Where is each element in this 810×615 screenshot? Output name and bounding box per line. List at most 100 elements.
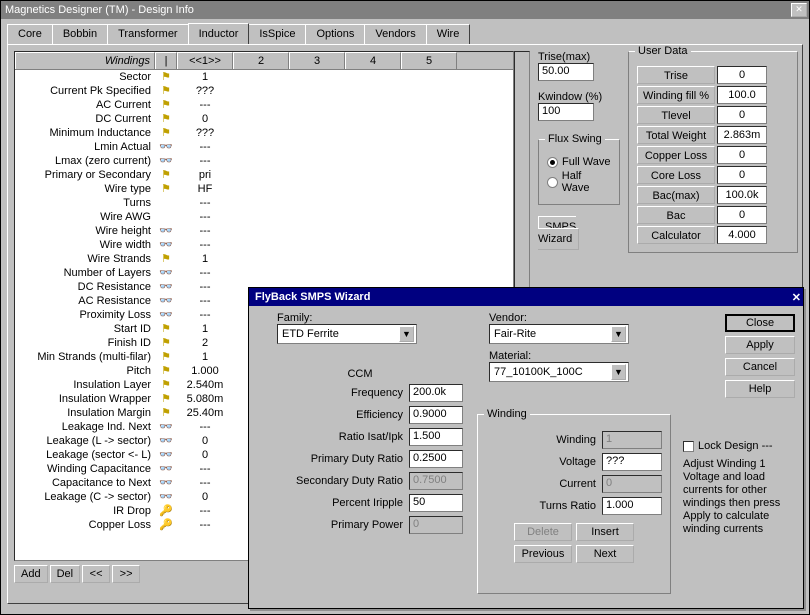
add-button[interactable]: Add	[14, 565, 48, 583]
tab-core[interactable]: Core	[7, 24, 53, 45]
grid-header-col-4[interactable]: 4	[345, 52, 401, 69]
grid-cell[interactable]: ---	[177, 504, 233, 518]
userdata-key[interactable]: Tlevel	[637, 106, 715, 124]
grid-header-col-5[interactable]: 5	[401, 52, 457, 69]
grid-cell[interactable]: 1	[177, 252, 233, 266]
insert-button[interactable]: Insert	[576, 523, 634, 541]
iripple-input[interactable]: 50	[409, 494, 463, 512]
tab-vendors[interactable]: Vendors	[364, 24, 426, 45]
close-button[interactable]: Close	[725, 314, 795, 332]
grid-cell[interactable]: ---	[177, 308, 233, 322]
grid-cell[interactable]: ???	[177, 126, 233, 140]
full-wave-radio[interactable]: Full Wave	[547, 156, 611, 168]
grid-cell[interactable]: ---	[177, 294, 233, 308]
grid-cell[interactable]: ---	[177, 518, 233, 532]
userdata-key[interactable]: Core Loss	[637, 166, 715, 184]
grid-cell[interactable]: 1	[177, 350, 233, 364]
family-combo[interactable]: ETD Ferrite▼	[277, 324, 417, 344]
userdata-value[interactable]: 2.863m	[717, 126, 767, 144]
tab-inductor[interactable]: Inductor	[188, 23, 250, 44]
grid-header-col-1[interactable]: <<1>>	[177, 52, 233, 69]
pduty-input[interactable]: 0.2500	[409, 450, 463, 468]
userdata-value[interactable]: 4.000	[717, 226, 767, 244]
grid-cell[interactable]: ---	[177, 266, 233, 280]
ratio-input[interactable]: 1.500	[409, 428, 463, 446]
tab-bobbin[interactable]: Bobbin	[52, 24, 108, 45]
frequency-input[interactable]: 200.0k	[409, 384, 463, 402]
grid-row-label: Current Pk Specified	[15, 84, 155, 98]
grid-row-label: Primary or Secondary	[15, 168, 155, 182]
grid-cell[interactable]: ---	[177, 154, 233, 168]
userdata-value[interactable]: 0	[717, 66, 767, 84]
grid-cell[interactable]: 2.540m	[177, 378, 233, 392]
userdata-value[interactable]: 100.0k	[717, 186, 767, 204]
grid-cell[interactable]: ???	[177, 84, 233, 98]
turns-ratio-input[interactable]: 1.000	[602, 497, 662, 515]
userdata-value[interactable]: 0	[717, 166, 767, 184]
userdata-value[interactable]: 0	[717, 146, 767, 164]
grid-cell[interactable]: ---	[177, 98, 233, 112]
kwindow-input[interactable]: 100	[538, 103, 594, 121]
grid-cell[interactable]: 1	[177, 70, 233, 84]
userdata-key[interactable]: Bac	[637, 206, 715, 224]
grid-cell[interactable]: 25.40m	[177, 406, 233, 420]
userdata-value[interactable]: 0	[717, 206, 767, 224]
grid-cell[interactable]: 1	[177, 322, 233, 336]
tab-isspice[interactable]: IsSpice	[248, 24, 306, 45]
userdata-key[interactable]: Copper Loss	[637, 146, 715, 164]
userdata-key[interactable]: Winding fill %	[637, 86, 715, 104]
userdata-value[interactable]: 100.0	[717, 86, 767, 104]
grid-row-label: Leakage (C -> sector)	[15, 490, 155, 504]
efficiency-input[interactable]: 0.9000	[409, 406, 463, 424]
close-icon[interactable]: ✕	[791, 3, 807, 17]
grid-cell[interactable]: ---	[177, 196, 233, 210]
apply-button[interactable]: Apply	[725, 336, 795, 354]
userdata-key[interactable]: Calculator	[637, 226, 715, 244]
tab-wire[interactable]: Wire	[426, 24, 471, 45]
cancel-button[interactable]: Cancel	[725, 358, 795, 376]
grid-cell[interactable]: 2	[177, 336, 233, 350]
half-wave-radio[interactable]: Half Wave	[547, 170, 611, 194]
grid-cell[interactable]: ---	[177, 280, 233, 294]
material-combo[interactable]: 77_10100K_100C▼	[489, 362, 629, 382]
grid-cell[interactable]: HF	[177, 182, 233, 196]
next-button[interactable]: >>	[112, 565, 140, 583]
userdata-key[interactable]: Total Weight	[637, 126, 715, 144]
previous-button[interactable]: Previous	[514, 545, 572, 563]
grid-cell[interactable]: ---	[177, 224, 233, 238]
delete-button[interactable]: Delete	[514, 523, 572, 541]
grid-header-col-3[interactable]: 3	[289, 52, 345, 69]
pduty-label: Primary Duty Ratio	[283, 453, 403, 465]
grid-cell[interactable]: 0	[177, 112, 233, 126]
grid-cell[interactable]: ---	[177, 476, 233, 490]
checkbox-icon	[683, 441, 694, 452]
userdata-value[interactable]: 0	[717, 106, 767, 124]
voltage-input[interactable]: ???	[602, 453, 662, 471]
grid-cell[interactable]: ---	[177, 420, 233, 434]
grid-cell[interactable]: 1.000	[177, 364, 233, 378]
grid-cell[interactable]: ---	[177, 462, 233, 476]
help-button[interactable]: Help	[725, 380, 795, 398]
grid-header: Windings|<<1>>2345	[15, 52, 513, 70]
prev-button[interactable]: <<	[82, 565, 110, 583]
vendor-combo[interactable]: Fair-Rite▼	[489, 324, 629, 344]
grid-cell[interactable]: 0	[177, 448, 233, 462]
grid-cell[interactable]: pri	[177, 168, 233, 182]
grid-cell[interactable]: ---	[177, 238, 233, 252]
userdata-key[interactable]: Trise	[637, 66, 715, 84]
tab-transformer[interactable]: Transformer	[107, 24, 189, 45]
lock-design-checkbox[interactable]: Lock Design ---	[683, 440, 793, 452]
grid-header-col-2[interactable]: 2	[233, 52, 289, 69]
userdata-key[interactable]: Bac(max)	[637, 186, 715, 204]
tab-options[interactable]: Options	[305, 24, 365, 45]
wizard-close-icon[interactable]: ✕	[792, 291, 801, 304]
grid-cell[interactable]: ---	[177, 140, 233, 154]
del-button[interactable]: Del	[50, 565, 81, 583]
grid-cell[interactable]: 5.080m	[177, 392, 233, 406]
grid-cell[interactable]: ---	[177, 210, 233, 224]
smps-wizard-button[interactable]: SMPS Wizard	[538, 216, 579, 250]
grid-cell[interactable]: 0	[177, 490, 233, 504]
trise-max-input[interactable]: 50.00	[538, 63, 594, 81]
winding-next-button[interactable]: Next	[576, 545, 634, 563]
grid-cell[interactable]: 0	[177, 434, 233, 448]
